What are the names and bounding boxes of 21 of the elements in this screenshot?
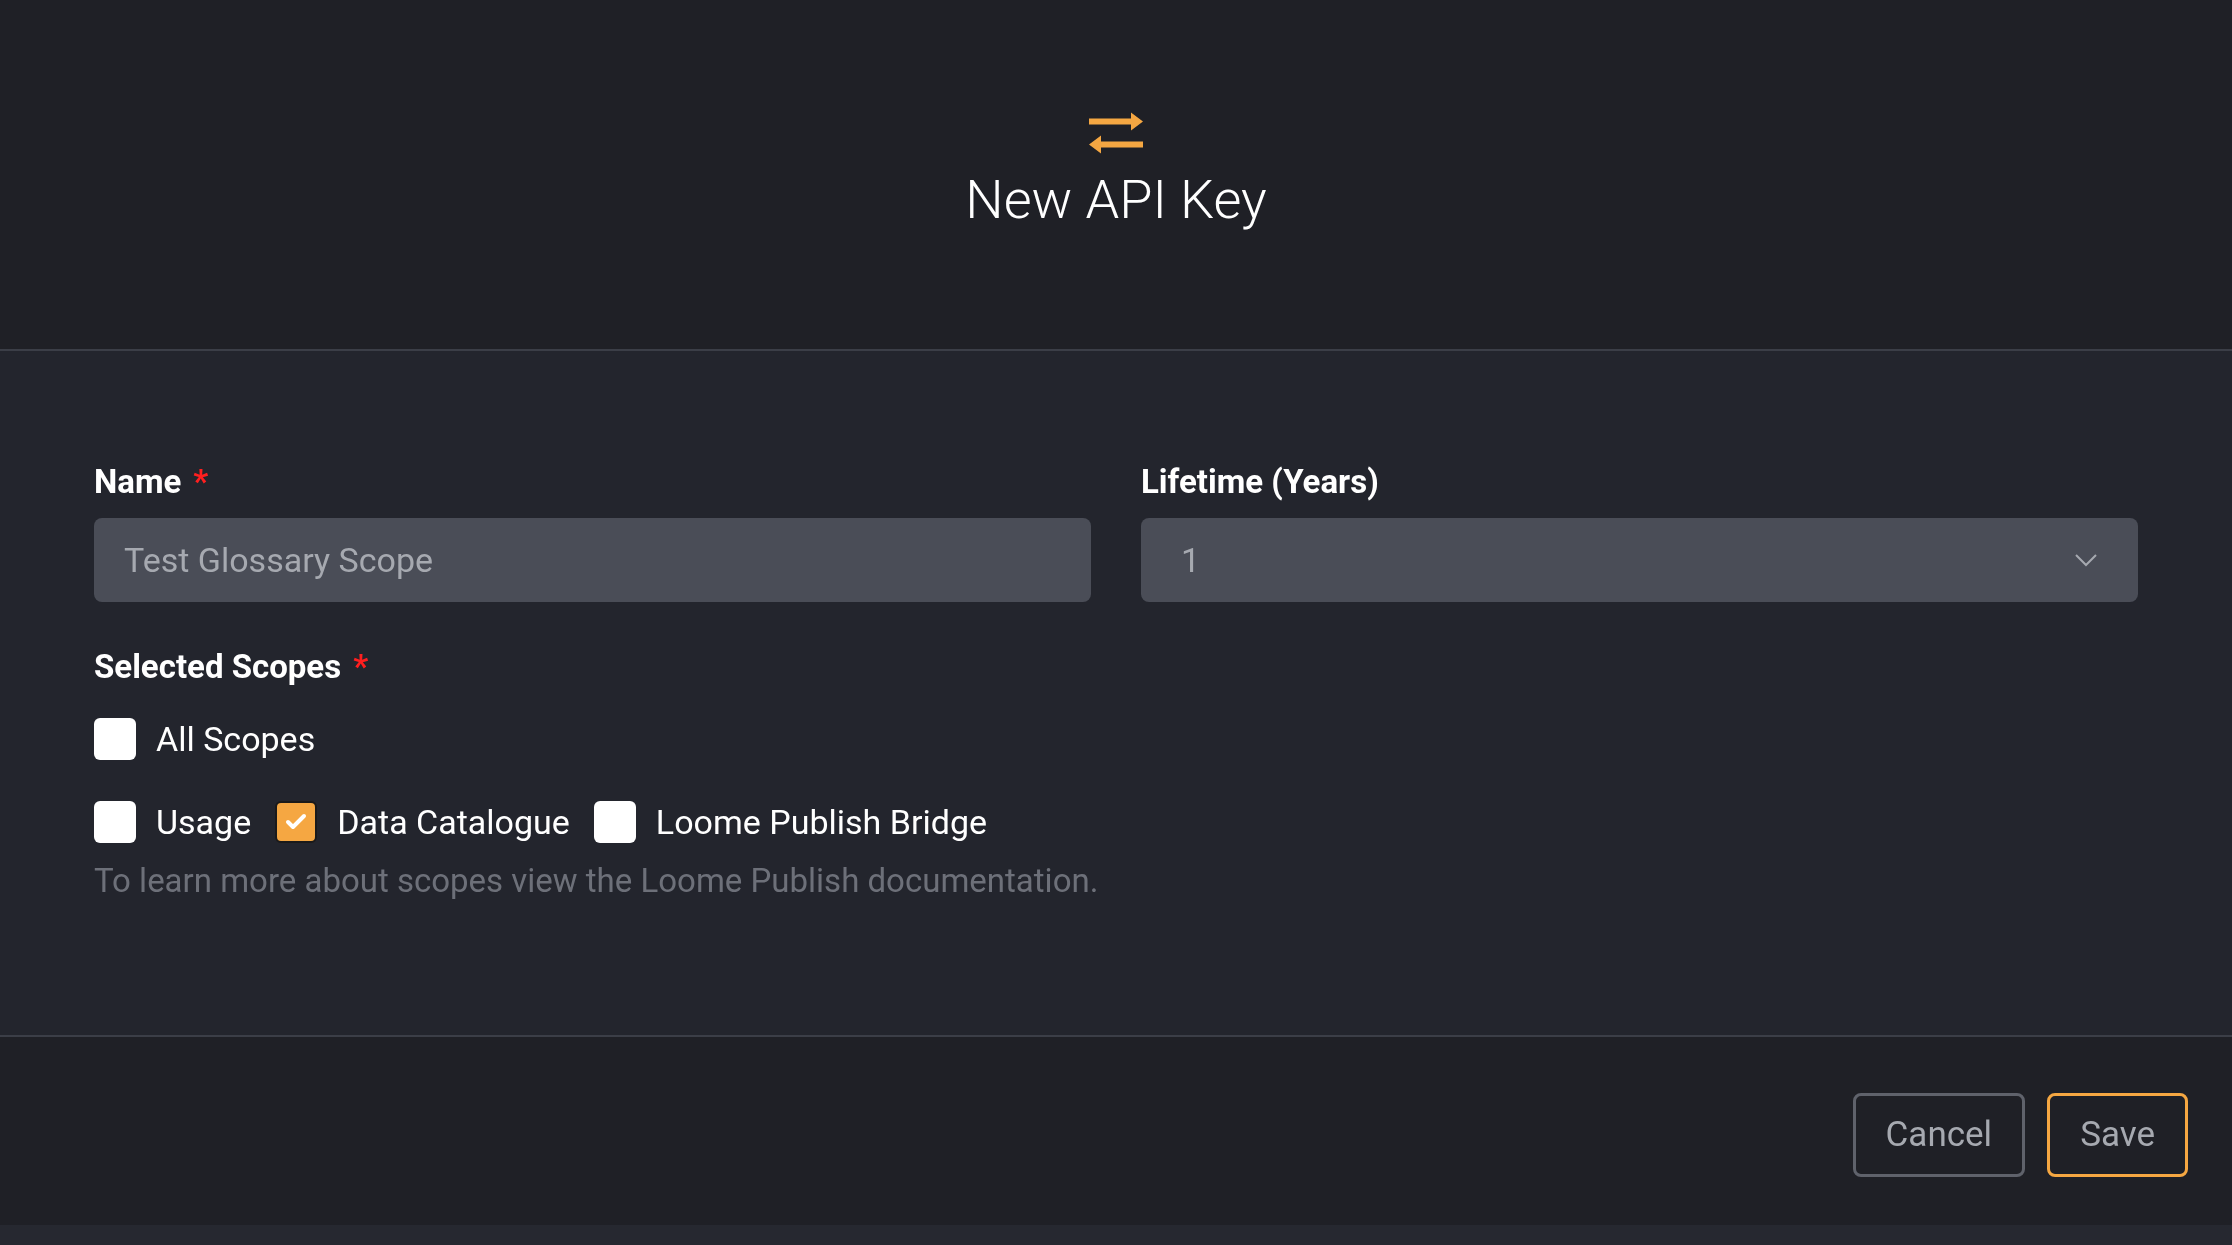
help-text: To learn more about scopes view the Loome Publish documentation. [94,859,1100,902]
checkbox-label: Data Catalogue [337,800,570,844]
field-label: Selected Scopes [94,646,342,688]
checkbox-label: Loome Publish Bridge [655,800,987,844]
checkbox-label: Usage [156,800,252,844]
swap-arrows-icon [1087,112,1145,156]
checkbox[interactable] [593,801,636,843]
checkbox[interactable] [275,801,318,843]
chevron-down-icon [2074,553,2098,568]
checkbox[interactable] [94,718,136,760]
field-label: Lifetime (Years) [1141,461,1379,503]
required-asterisk: * [353,646,369,688]
field-label: Name [94,461,182,503]
name-input[interactable]: Test Glossary Scope [94,518,1091,603]
required-asterisk: * [193,461,209,503]
checkbox-label: All Scopes [156,717,316,761]
cancel-button[interactable]: Cancel [1852,1093,2026,1177]
lifetime-select[interactable]: 1 [1141,518,2138,603]
save-button[interactable]: Save [2047,1093,2188,1177]
dialog-title: New API Key [965,167,1267,233]
checkbox[interactable] [94,801,136,843]
